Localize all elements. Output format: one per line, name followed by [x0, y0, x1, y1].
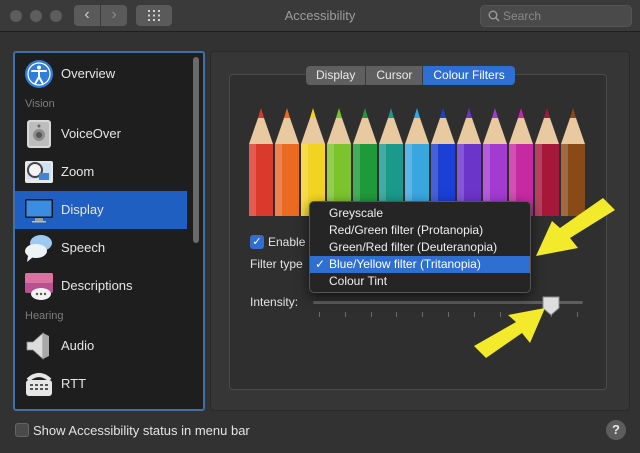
show-status-checkbox[interactable] [15, 423, 29, 437]
slider-tick [473, 312, 475, 317]
slider-tick [396, 312, 398, 317]
intensity-label: Intensity: [250, 295, 299, 309]
slider-tick [525, 312, 527, 317]
menu-item-label: Blue/Yellow filter (Tritanopia) [329, 257, 481, 271]
sidebar-item-label: Audio [61, 338, 95, 353]
help-button[interactable]: ? [606, 420, 626, 440]
speech-bubble-icon [25, 235, 52, 262]
grid-icon [148, 10, 160, 21]
slider-tick [577, 312, 578, 317]
sidebar-item-overview[interactable]: Overview [15, 55, 187, 93]
filter-type-menu[interactable]: Greyscale Red/Green filter (Protanopia) … [309, 201, 531, 293]
pencil-icon [561, 108, 585, 216]
checkmark-icon: ✓ [315, 257, 326, 271]
display-icon [25, 199, 53, 223]
sidebar-section-hearing: Hearing [25, 310, 64, 322]
forward-button[interactable]: › [101, 5, 127, 26]
search-input[interactable] [503, 8, 627, 24]
sidebar-item-label: Zoom [61, 164, 95, 179]
voiceover-icon [27, 120, 51, 148]
sidebar-item-display[interactable]: Display [15, 191, 187, 229]
tab-cursor[interactable]: Cursor [366, 66, 424, 85]
sidebar-item-audio[interactable]: Audio [15, 327, 187, 365]
pencil-icon [509, 108, 533, 216]
pencil-icon [353, 108, 377, 216]
search-icon [488, 10, 500, 22]
menu-item-label: Green/Red filter (Deuteranopia) [329, 240, 498, 254]
tab-display[interactable]: Display [306, 66, 367, 85]
sidebar-item-descriptions[interactable]: Descriptions [15, 267, 187, 305]
menu-item-label: Greyscale [329, 206, 384, 220]
menu-item-deuteranopia[interactable]: Green/Red filter (Deuteranopia) [310, 239, 530, 256]
slider-tick [370, 312, 372, 317]
menu-item-protanopia[interactable]: Red/Green filter (Protanopia) [310, 222, 530, 239]
slider-tick [448, 312, 449, 317]
pencil-icon [431, 108, 455, 216]
pencil-icon [457, 108, 481, 216]
slider-tick [344, 312, 346, 317]
menu-item-greyscale[interactable]: Greyscale [310, 205, 530, 222]
search-field[interactable] [480, 5, 632, 27]
menu-item-colour-tint[interactable]: Colour Tint [310, 273, 530, 290]
tab-bar: Display Cursor Colour Filters [306, 66, 515, 85]
slider-tick [422, 312, 424, 317]
sidebar[interactable]: Overview Vision VoiceOver Zoom Display S… [13, 51, 205, 411]
enable-checkbox[interactable]: ✓ [250, 235, 264, 249]
close-window-button[interactable] [10, 10, 22, 22]
pencil-icon [275, 108, 299, 216]
accessibility-person-icon [25, 60, 53, 88]
sidebar-item-voiceover[interactable]: VoiceOver [15, 115, 187, 153]
pencil-icon [327, 108, 351, 216]
pencil-icon [535, 108, 559, 216]
sidebar-item-label: Overview [61, 66, 116, 81]
pencil-icon [405, 108, 429, 216]
descriptions-icon [25, 273, 53, 300]
sidebar-item-rtt[interactable]: RTT [15, 365, 187, 403]
slider-tick [319, 312, 320, 317]
filter-type-label: Filter type [250, 257, 303, 271]
pencil-icon [483, 108, 507, 216]
zoom-window-button[interactable] [50, 10, 62, 22]
sidebar-item-label: VoiceOver [61, 126, 121, 141]
speaker-icon [26, 332, 49, 360]
pencil-icon [301, 108, 325, 216]
zoom-icon [25, 161, 53, 183]
minimize-window-button[interactable] [30, 10, 42, 22]
colored-pencils-image [249, 108, 585, 216]
sidebar-item-label: Descriptions [61, 278, 133, 293]
back-button[interactable]: ‹ [74, 5, 100, 26]
pencil-icon [249, 108, 273, 216]
menu-item-tritanopia[interactable]: ✓ Blue/Yellow filter (Tritanopia) [310, 256, 530, 273]
sidebar-scrollbar[interactable] [193, 57, 199, 243]
title-bar: ‹ › Accessibility [0, 0, 640, 32]
show-status-label: Show Accessibility status in menu bar [33, 423, 250, 438]
intensity-slider-thumb[interactable] [541, 295, 561, 317]
menu-item-label: Colour Tint [329, 274, 388, 288]
pencil-icon [379, 108, 403, 216]
tab-colour-filters[interactable]: Colour Filters [423, 66, 515, 85]
sidebar-item-zoom[interactable]: Zoom [15, 153, 187, 191]
tty-phone-icon [26, 373, 52, 396]
window-title: Accessibility [284, 8, 356, 23]
sidebar-item-label: Display [61, 202, 104, 217]
enable-label: Enable [268, 235, 306, 249]
sidebar-section-vision: Vision [25, 98, 55, 110]
sidebar-item-label: Speech [61, 240, 106, 255]
show-all-preferences-button[interactable] [136, 5, 172, 26]
sidebar-item-speech[interactable]: Speech [15, 229, 187, 267]
menu-item-label: Red/Green filter (Protanopia) [329, 223, 484, 237]
sidebar-item-label: RTT [61, 376, 87, 391]
slider-tick [499, 312, 501, 317]
